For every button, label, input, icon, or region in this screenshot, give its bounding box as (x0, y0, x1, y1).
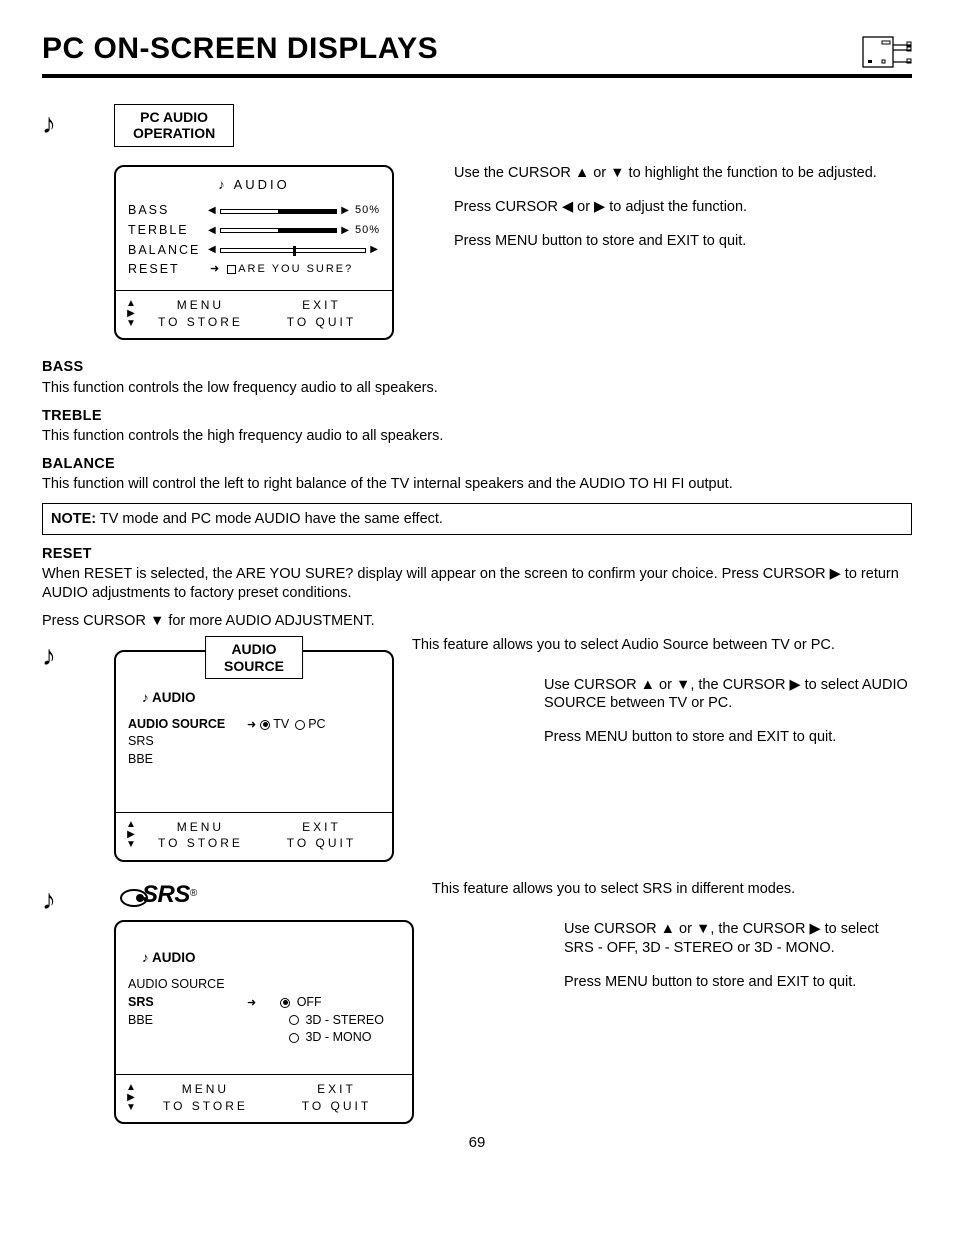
opt-3d-stereo: 3D - STEREO (305, 1013, 384, 1027)
bass-text: This function controls the low frequency… (42, 379, 912, 397)
osd3-head: ♪ AUDIO (142, 950, 400, 967)
reset-prompt: ARE YOU SURE? (206, 263, 353, 277)
osd2-instr-1: Use CURSOR ▲ or ▼, the CURSOR ▶ to selec… (544, 676, 912, 712)
instr-1: Use the CURSOR ▲ or ▼ to highlight the f… (454, 164, 912, 182)
balance-heading: BALANCE (42, 455, 912, 473)
music-note-icon: ♪ (42, 640, 56, 671)
osd3-instr-1: Use CURSOR ▲ or ▼, the CURSOR ▶ to selec… (564, 920, 912, 956)
osd1-title-box: PC AUDIO OPERATION (114, 104, 234, 148)
to-quit-label: TO QUIT (287, 315, 356, 329)
osd1-head: ♪ AUDIO (128, 177, 380, 193)
osd1-row-balance: BALANCE (128, 243, 206, 259)
to-store-label: TO STORE (158, 315, 243, 329)
note-box: NOTE: TV mode and PC mode AUDIO have the… (42, 503, 912, 535)
osd1-instructions: Use the CURSOR ▲ or ▼ to highlight the f… (394, 104, 912, 266)
page-title: PC ON-SCREEN DISPLAYS (42, 30, 438, 68)
instr-3: Press MENU button to store and EXIT to q… (454, 232, 912, 250)
menu-label: MENU (177, 298, 224, 312)
treble-heading: TREBLE (42, 407, 912, 425)
osd3-panel: ♪ AUDIO AUDIO SOURCE SRS OFF BBE 3D - ST… (114, 920, 414, 1124)
osd3-intro: This feature allows you to select SRS in… (432, 880, 912, 898)
osd1-row-bass: BASS (128, 203, 206, 219)
bass-heading: BASS (42, 358, 912, 376)
osd3-audio-source: AUDIO SOURCE (128, 977, 243, 993)
more-text: Press CURSOR ▼ for more AUDIO ADJUSTMENT… (42, 612, 912, 630)
srs-logo: SRS® (114, 880, 414, 910)
nav-arrows-icon: ▲▶▼ (126, 1083, 136, 1113)
page-header: PC ON-SCREEN DISPLAYS (42, 30, 912, 68)
balance-text: This function will control the left to r… (42, 475, 912, 493)
osd1-title-l1: PC AUDIO (140, 109, 208, 125)
osd2-bbe: BBE (128, 752, 243, 768)
instr-2: Press CURSOR ◀ or ▶ to adjust the functi… (454, 198, 912, 216)
osd2-instr-2: Press MENU button to store and EXIT to q… (544, 728, 912, 746)
osd2-srs: SRS (128, 734, 243, 750)
treble-slider: ◀▶50% (206, 224, 380, 238)
osd2-title-box: AUDIOSOURCE (205, 636, 303, 680)
music-note-icon: ♪ (42, 108, 56, 139)
reset-heading: RESET (42, 545, 912, 563)
osd2-panel: ♪ AUDIO AUDIO SOURCE TV PC SRS BBE ▲▶▼ M… (114, 650, 394, 862)
osd1-row-treble: TERBLE (128, 223, 206, 239)
osd2-intro: This feature allows you to select Audio … (412, 636, 912, 654)
osd1-title-l2: OPERATION (133, 125, 215, 141)
balance-slider: ◀▶ (206, 244, 380, 257)
opt-pc: PC (308, 717, 325, 733)
nav-arrows-icon: ▲▶▼ (126, 820, 136, 850)
tv-schematic-icon (862, 36, 912, 68)
note-text: TV mode and PC mode AUDIO have the same … (96, 511, 443, 527)
osd1-row-reset: RESET (128, 262, 206, 278)
treble-text: This function controls the high frequenc… (42, 427, 912, 445)
osd1-panel: ♪ AUDIO BASS ◀▶50% TERBLE ◀▶50% BALANCE … (114, 165, 394, 340)
osd3-bbe: BBE (128, 1013, 243, 1029)
osd2-audio-source: AUDIO SOURCE (128, 717, 243, 733)
page-number: 69 (42, 1134, 912, 1153)
osd2-head: ♪ AUDIO (142, 690, 380, 707)
opt-off: OFF (297, 995, 322, 1009)
nav-arrows-icon: ▲▶▼ (126, 299, 136, 329)
opt-3d-mono: 3D - MONO (305, 1030, 371, 1044)
opt-tv: TV (273, 717, 289, 733)
note-label: NOTE: (51, 511, 96, 527)
bass-slider: ◀▶50% (206, 204, 380, 218)
exit-label: EXIT (302, 298, 341, 312)
music-note-icon: ♪ (42, 884, 56, 915)
osd3-instr-2: Press MENU button to store and EXIT to q… (564, 973, 912, 991)
header-rule (42, 74, 912, 78)
osd3-srs: SRS (128, 995, 243, 1011)
reset-text: When RESET is selected, the ARE YOU SURE… (42, 565, 912, 601)
